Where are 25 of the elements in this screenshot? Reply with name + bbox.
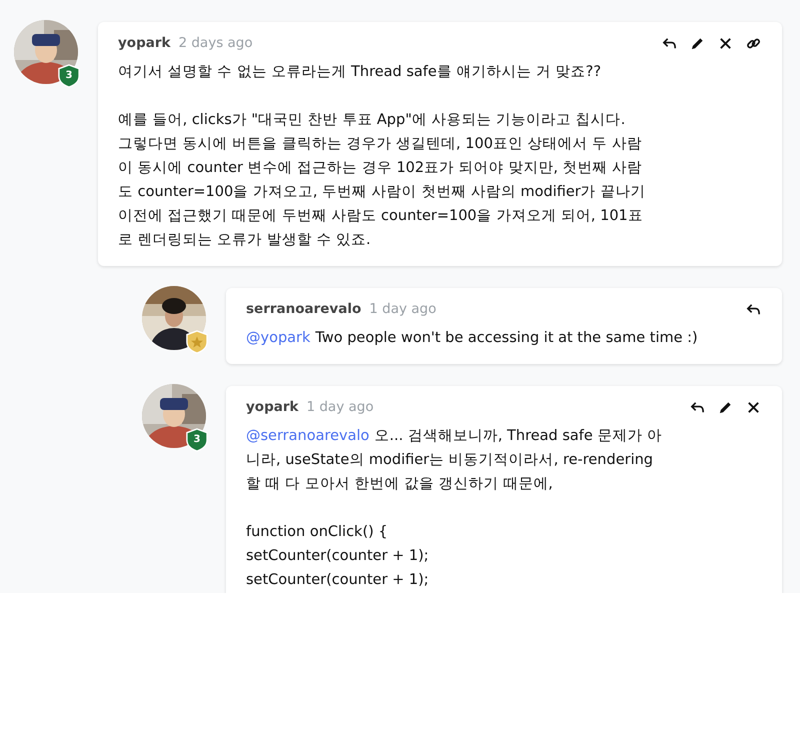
comment-text: 이 동시에 counter 변수에 접근하는 경우 102표가 되어야 맞지만, 첫번째 사람	[118, 160, 642, 176]
level-badge: 3	[58, 64, 80, 88]
timestamp: 1 day ago	[369, 301, 436, 317]
author-name[interactable]: yopark	[118, 35, 170, 51]
comment-text: 예를 들어, clicks가 "대국민 찬반 투표 App"에 사용되는 기능이라고 칩시다.	[118, 112, 626, 128]
star-badge-icon	[186, 330, 208, 354]
mention-link[interactable]: @yopark	[246, 330, 310, 346]
timestamp: 1 day ago	[306, 399, 374, 415]
comment-text: 도 counter=100을 가져오고, 두번째 사람이 첫번째 사람의 modifier가 끝나기	[118, 184, 646, 200]
comment-text: 니라, useState의 modifier는 비동기적이라서, re-rendering	[246, 452, 654, 468]
comment-text: 여기서 설명할 수 없는 오류라는게 Thread safe를 얘기하시는 거 맞죠??	[118, 64, 602, 80]
comment-text: Two people won't be accessing it at the same time :)	[315, 330, 698, 346]
comment-text: 할 때 다 모아서 한번에 값을 갱신하기 때문에,	[246, 476, 553, 492]
comment-text: 로 렌더링되는 오류가 발생할 수 있죠.	[118, 232, 371, 248]
level-badge: 3	[186, 428, 208, 452]
timestamp: 2 days ago	[178, 35, 253, 51]
comment-text: 오... 검색해보니까, Thread safe 문제가 아	[374, 428, 662, 444]
mention-link[interactable]: @serranoarevalo	[246, 428, 370, 444]
comment-text: setCounter(counter + 1);	[246, 572, 429, 588]
comment-text: 그렇다면 동시에 버튼을 클릭하는 경우가 생길텐데, 100표인 상태에서 두 사람	[118, 136, 642, 152]
author-name[interactable]: yopark	[246, 399, 298, 415]
comment-text: function onClick() {	[246, 524, 388, 540]
comment-text: 이전에 접근했기 때문에 두번째 사람도 counter=100을 가져오게 되어, 101표	[118, 208, 643, 224]
comment-text: setCounter(counter + 1);	[246, 548, 429, 564]
author-name[interactable]: serranoarevalo	[246, 301, 362, 317]
